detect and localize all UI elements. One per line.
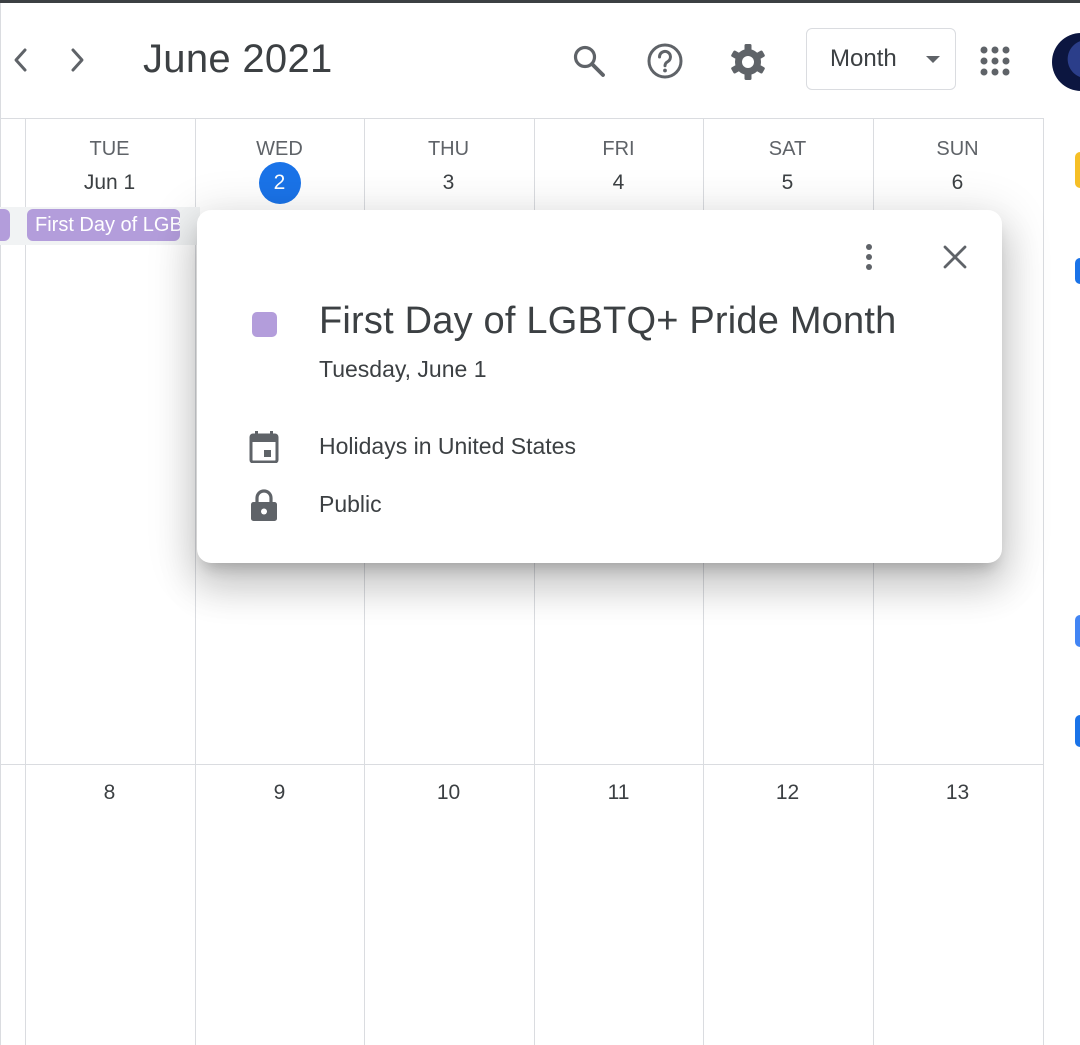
grid-column-line (25, 118, 26, 1045)
date-number[interactable]: 4 (534, 171, 703, 195)
lock-icon (249, 489, 279, 521)
more-vert-icon (866, 244, 872, 270)
side-panel-item[interactable] (1075, 615, 1080, 647)
event-chip-continuation[interactable] (0, 209, 10, 241)
side-panel-divider (1043, 118, 1044, 1045)
calendar-header: June 2021 Month (0, 3, 1080, 117)
date-number[interactable]: 10 (364, 781, 533, 805)
view-selector-label: Month (830, 45, 897, 72)
grid-column-line (195, 118, 196, 1045)
date-number[interactable]: 5 (703, 171, 872, 195)
date-number[interactable]: 11 (534, 781, 703, 805)
day-of-week-label: SAT (768, 138, 807, 160)
search-icon (573, 45, 605, 77)
view-selector-dropdown[interactable]: Month (806, 28, 956, 90)
date-number[interactable]: 6 (873, 171, 1042, 195)
event-details-popup: First Day of LGBTQ+ Pride Month Tuesday,… (197, 210, 1002, 563)
day-of-week-label: THU (427, 138, 470, 160)
today-date-badge[interactable]: 2 (258, 162, 301, 204)
google-apps-button[interactable] (972, 38, 1018, 84)
more-options-button[interactable] (847, 235, 891, 279)
day-of-week-label: TUE (89, 138, 130, 160)
grid-top-line (0, 118, 1043, 119)
date-number[interactable]: Jun 1 (25, 171, 194, 195)
chevron-right-icon (71, 48, 84, 72)
settings-button[interactable] (724, 38, 772, 86)
side-panel-item[interactable] (1075, 152, 1080, 188)
week-divider-line (0, 764, 1043, 765)
side-panel-item[interactable] (1075, 715, 1080, 747)
account-avatar[interactable] (1052, 33, 1080, 91)
previous-month-button[interactable] (2, 39, 38, 81)
dropdown-arrow-icon (926, 56, 940, 63)
day-of-week-label: FRI (602, 138, 635, 160)
calendar-icon (249, 431, 279, 463)
date-number[interactable]: 12 (703, 781, 872, 805)
day-of-week-label: WED (256, 138, 303, 160)
close-popup-button[interactable] (933, 235, 977, 279)
chevron-left-icon (14, 48, 27, 72)
event-title: First Day of LGBTQ+ Pride Month (319, 300, 897, 342)
apps-grid-icon (980, 46, 1010, 76)
window-left-border (0, 3, 1, 1045)
event-chip[interactable]: First Day of LGBTQ+ Pride Month (27, 209, 180, 241)
date-number[interactable]: 8 (25, 781, 194, 805)
close-icon (943, 245, 967, 269)
day-of-week-label: SUN (936, 138, 979, 160)
date-number[interactable]: 9 (195, 781, 364, 805)
calendar-name: Holidays in United States (319, 433, 576, 459)
event-color-swatch (252, 312, 277, 337)
help-icon (647, 43, 683, 79)
side-panel-item[interactable] (1075, 258, 1080, 284)
settings-icon (731, 44, 765, 80)
help-button[interactable] (642, 38, 688, 84)
month-title: June 2021 (143, 37, 333, 81)
event-date: Tuesday, June 1 (319, 356, 487, 382)
visibility-label: Public (319, 491, 382, 517)
date-number[interactable]: 3 (364, 171, 533, 195)
next-month-button[interactable] (60, 39, 96, 81)
search-button[interactable] (566, 38, 612, 84)
date-number[interactable]: 13 (873, 781, 1042, 805)
